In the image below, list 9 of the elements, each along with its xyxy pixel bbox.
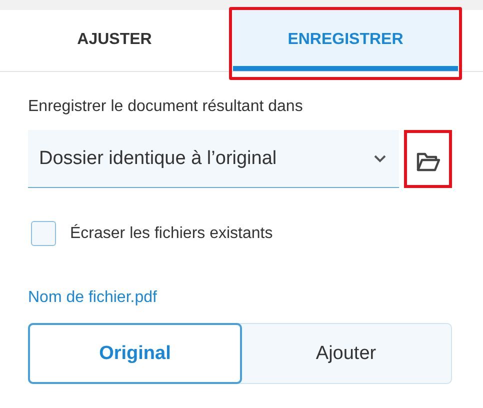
checkbox[interactable] [31, 221, 56, 246]
file-name-link[interactable]: Nom de fichier.pdf [28, 289, 157, 307]
folder-icon [416, 152, 440, 172]
checkbox-label: Écraser les fichiers existants [70, 224, 273, 242]
chevron-icon [373, 154, 387, 163]
folder-dropdown[interactable]: Dossier identique à l’original [28, 130, 399, 188]
segment-button[interactable]: Original [28, 323, 242, 384]
segment-button[interactable]: Ajouter [241, 324, 451, 383]
field-label: Enregistrer le document résultant dans [28, 98, 304, 116]
